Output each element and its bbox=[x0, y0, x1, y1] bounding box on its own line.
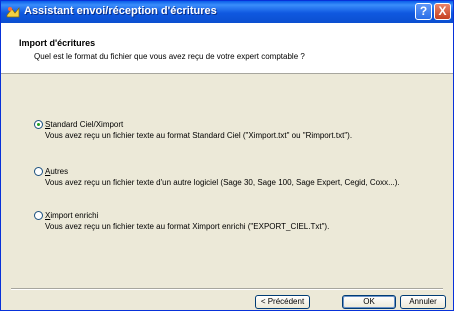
label-rest: import enrichi bbox=[50, 211, 99, 220]
label-rest: utres bbox=[50, 167, 69, 176]
option-label[interactable]: Ximport enrichi bbox=[45, 211, 98, 220]
help-button[interactable]: ? bbox=[415, 3, 432, 20]
footer-separator bbox=[11, 288, 443, 290]
page-subtitle: Quel est le format du fichier que vous a… bbox=[34, 52, 305, 61]
title-bar[interactable]: Assistant envoi/réception d'écritures ? … bbox=[1, 1, 453, 23]
wizard-header: Import d'écritures Quel est le format du… bbox=[1, 23, 453, 74]
radio-autres[interactable] bbox=[34, 167, 43, 176]
window-title: Assistant envoi/réception d'écritures bbox=[24, 5, 217, 17]
close-button[interactable]: X bbox=[434, 3, 451, 20]
option-label[interactable]: Autres bbox=[45, 167, 68, 176]
ok-button[interactable]: OK bbox=[342, 295, 396, 309]
radio-standard-ciel[interactable] bbox=[34, 120, 43, 129]
previous-button[interactable]: < Précédent bbox=[255, 295, 310, 309]
app-icon bbox=[6, 7, 20, 18]
option-description: Vous avez reçu un fichier texte au forma… bbox=[45, 222, 330, 231]
label-rest: tandard Ciel/Ximport bbox=[50, 120, 124, 129]
option-label[interactable]: Standard Ciel/Ximport bbox=[45, 120, 123, 129]
cancel-button[interactable]: Annuler bbox=[400, 295, 446, 309]
page-title: Import d'écritures bbox=[19, 38, 96, 48]
wizard-window: Assistant envoi/réception d'écritures ? … bbox=[0, 0, 454, 311]
radio-ximport-enrichi[interactable] bbox=[34, 211, 43, 220]
option-description: Vous avez reçu un fichier texte au forma… bbox=[45, 131, 353, 140]
option-description: Vous avez reçu un fichier texte d'un aut… bbox=[45, 178, 400, 187]
